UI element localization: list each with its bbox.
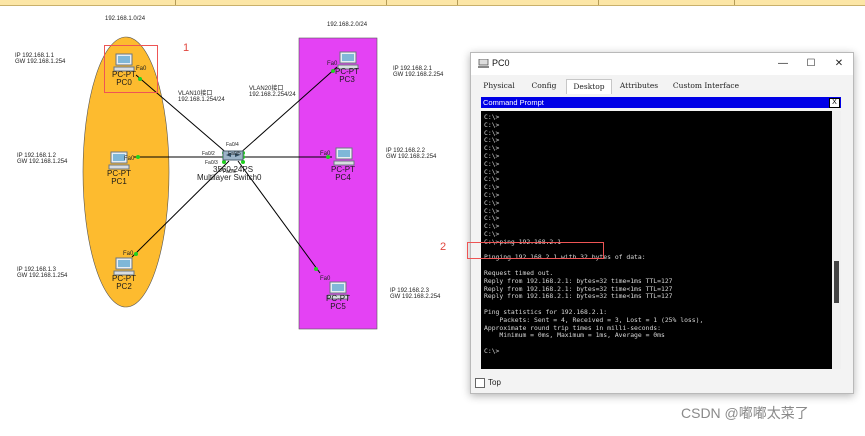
pc1-gw: GW 192.168.1.254 — [17, 159, 68, 165]
command-prompt-titlebar: Command Prompt X — [481, 97, 841, 108]
terminal-text: C:\> C:\> C:\> C:\> C:\> C:\> C:\> C:\> C:\> C:\>… — [481, 111, 832, 356]
window-title: PC0 — [492, 58, 510, 68]
maximize-button[interactable]: ☐ — [797, 53, 825, 75]
pc5-gw: GW 192.168.2.254 — [390, 294, 441, 300]
pc1-id: PC1 — [111, 177, 127, 186]
pc0-gw: GW 192.168.1.254 — [15, 59, 66, 65]
terminal-line: C:\> — [484, 198, 500, 207]
watermark: CSDN @嘟嘟太菜了 — [681, 405, 809, 421]
terminal-line: C:\> — [484, 120, 500, 129]
link-up-dot — [134, 252, 138, 256]
close-button[interactable]: ✕ — [825, 53, 853, 75]
subnet-label-right: 192.168.2.0/24 — [327, 22, 368, 28]
annotation-marker-1: 1 — [183, 42, 190, 54]
terminal-line: C:\> — [484, 222, 500, 231]
terminal-line: C:\> — [484, 113, 500, 121]
terminal-line: C:\> — [484, 128, 500, 137]
vlan10-ip: 192.168.1.254/24 — [178, 97, 225, 103]
terminal-line: C:\> — [484, 144, 500, 153]
terminal-line: C:\> — [484, 206, 500, 215]
pc3-id: PC3 — [339, 75, 355, 84]
tab-config[interactable]: Config — [525, 79, 563, 93]
pc-window-icon — [478, 59, 489, 68]
switch-port-fa0-2: Fa0/2 — [202, 151, 215, 157]
terminal-output[interactable]: C:\> C:\> C:\> C:\> C:\> C:\> C:\> C:\> C:\> C:\>… — [481, 111, 832, 369]
tab-physical[interactable]: Physical — [479, 79, 519, 93]
highlight-box-ping-command — [467, 242, 604, 259]
scrollbar-thumb[interactable] — [834, 261, 839, 303]
terminal-scrollbar[interactable] — [832, 111, 841, 369]
window-titlebar[interactable]: PC0 — ☐ ✕ — [471, 53, 853, 75]
switch-port-fa0-4: Fa0/4 — [226, 142, 239, 148]
terminal-line: C:\> — [484, 167, 500, 176]
terminal-line: C:\> — [484, 175, 500, 184]
pc3-gw: GW 192.168.2.254 — [393, 72, 444, 78]
pc5-id: PC5 — [330, 302, 346, 311]
subnet-label-left: 192.168.1.0/24 — [105, 16, 146, 22]
pc4-gw: GW 192.168.2.254 — [386, 154, 437, 160]
link-up-dot — [314, 267, 318, 271]
terminal-line: C:\> — [484, 136, 500, 145]
vlan20-ip: 192.168.2.254/24 — [249, 92, 296, 98]
terminal-line: Minimum = 0ms, Maximum = 1ms, Average = … — [484, 331, 665, 340]
switch-name: Multilayer Switch0 — [197, 173, 262, 182]
command-prompt-close-button[interactable]: X — [829, 98, 840, 108]
command-prompt-title: Command Prompt — [483, 98, 544, 107]
terminal-line: C:\> — [484, 214, 500, 223]
window-tabs: Physical Config Desktop Attributes Custo… — [471, 79, 853, 94]
top-checkbox-label: Top — [488, 378, 501, 388]
link-up-dot — [136, 155, 140, 159]
annotation-marker-2: 2 — [440, 241, 447, 253]
pc1-port: Fa0 — [124, 156, 135, 162]
pc0-window[interactable]: PC0 — ☐ ✕ Physical Config Desktop Attrib… — [467, 52, 854, 394]
terminal-line: Reply from 192.168.2.1: bytes=32 time<1m… — [484, 292, 673, 301]
pc2-id: PC2 — [116, 282, 132, 291]
pc-icon[interactable] — [333, 147, 355, 167]
tab-attributes[interactable]: Attributes — [614, 79, 664, 93]
pc2-gw: GW 192.168.1.254 — [17, 273, 68, 279]
terminal-line: C:\> — [484, 190, 500, 199]
terminal-line: C:\> — [484, 159, 500, 168]
tab-desktop[interactable]: Desktop — [566, 79, 612, 94]
pc4-id: PC4 — [335, 173, 351, 182]
terminal-line: C:\> — [484, 151, 500, 160]
top-checkbox[interactable] — [475, 378, 485, 388]
switch-port-fa0-5: Fa0/5 — [228, 151, 241, 157]
tab-custom-interface[interactable]: Custom Interface — [670, 79, 742, 93]
pc0-id: PC0 — [116, 78, 132, 87]
top-checkbox-row[interactable]: Top — [475, 378, 501, 388]
terminal-line: C:\> — [484, 183, 500, 192]
terminal-line: C:\> — [484, 346, 500, 355]
pc4-port: Fa0 — [320, 151, 331, 157]
minimize-button[interactable]: — — [769, 53, 797, 75]
